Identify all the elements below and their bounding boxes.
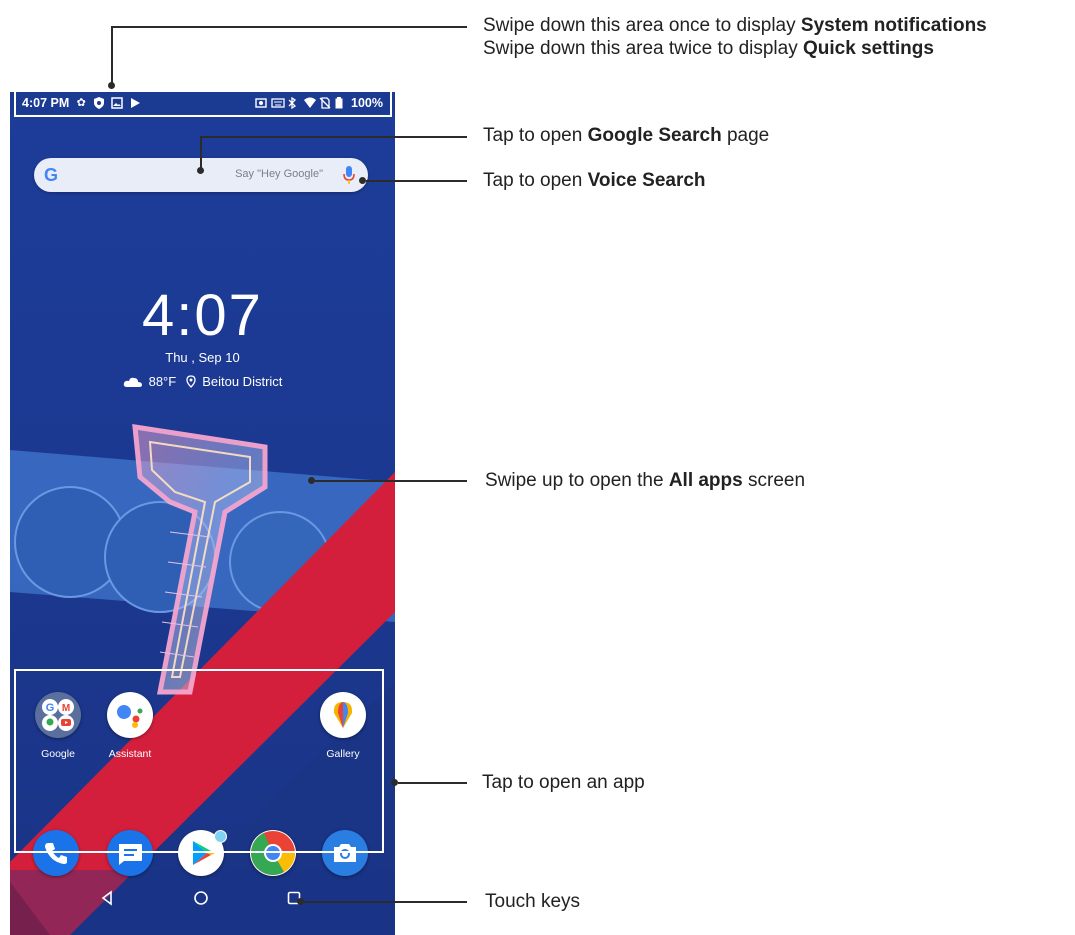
search-placeholder[interactable]: Say "Hey Google" [235,168,323,180]
callout-all-apps: Swipe up to open the All apps screen [485,469,805,492]
callout-dot-open-app [391,779,398,786]
callout-notifications-line2-bold: Quick settings [803,38,934,59]
callout-line-notifications-horizontal [111,26,467,28]
callout-dot-all-apps [308,477,315,484]
callout-line-google-search-vertical [200,136,202,169]
callout-voice-search-prefix: Tap to open [483,170,588,191]
callout-line-google-search-horizontal [200,136,467,138]
callout-all-apps-bold: All apps [668,470,743,491]
callout-open-app: Tap to open an app [482,772,645,793]
google-logo-icon: G [44,165,59,185]
callout-google-search-bold: Google Search [587,125,722,146]
callout-line-notifications-vertical [111,26,113,84]
callout-google-search: Tap to open Google Search page [483,124,769,147]
callout-notifications: Swipe down this area once to display Sys… [483,14,987,60]
callout-touch-keys: Touch keys [485,891,581,912]
callout-line-all-apps [315,480,467,482]
mic-icon[interactable] [342,165,356,185]
location-pin-icon [186,375,196,388]
callout-voice-search-bold: Voice Search [587,170,706,191]
apps-area-frame [14,669,384,853]
callout-notifications-line2-prefix: Swipe down this area twice to display [483,38,803,59]
cloud-icon [123,377,142,387]
callout-line-touch-keys [304,901,467,903]
location-name: Beitou District [202,374,283,389]
status-bar-frame [14,90,392,117]
callout-line-voice-search [366,180,467,182]
weather-widget[interactable]: 88°F Beitou District [10,374,395,389]
callout-notifications-line1-bold: System notifications [800,15,987,36]
callout-notifications-line1-prefix: Swipe down this area once to display [483,15,801,36]
callout-dot-voice-search [359,177,366,184]
callout-voice-search: Tap to open Voice Search [483,169,706,192]
callout-line-open-app [398,782,467,784]
home-icon[interactable] [193,890,209,906]
temperature: 88°F [148,374,177,389]
clock-date[interactable]: Thu , Sep 10 [10,350,395,365]
callout-dot-touch-keys [297,898,304,905]
callout-google-search-suffix: page [721,125,770,146]
callout-all-apps-suffix: screen [742,470,806,491]
clock-time[interactable]: 4:07 [10,282,395,349]
back-icon[interactable] [99,890,115,906]
callout-google-search-prefix: Tap to open [483,125,588,146]
callout-all-apps-prefix: Swipe up to open the [485,470,669,491]
